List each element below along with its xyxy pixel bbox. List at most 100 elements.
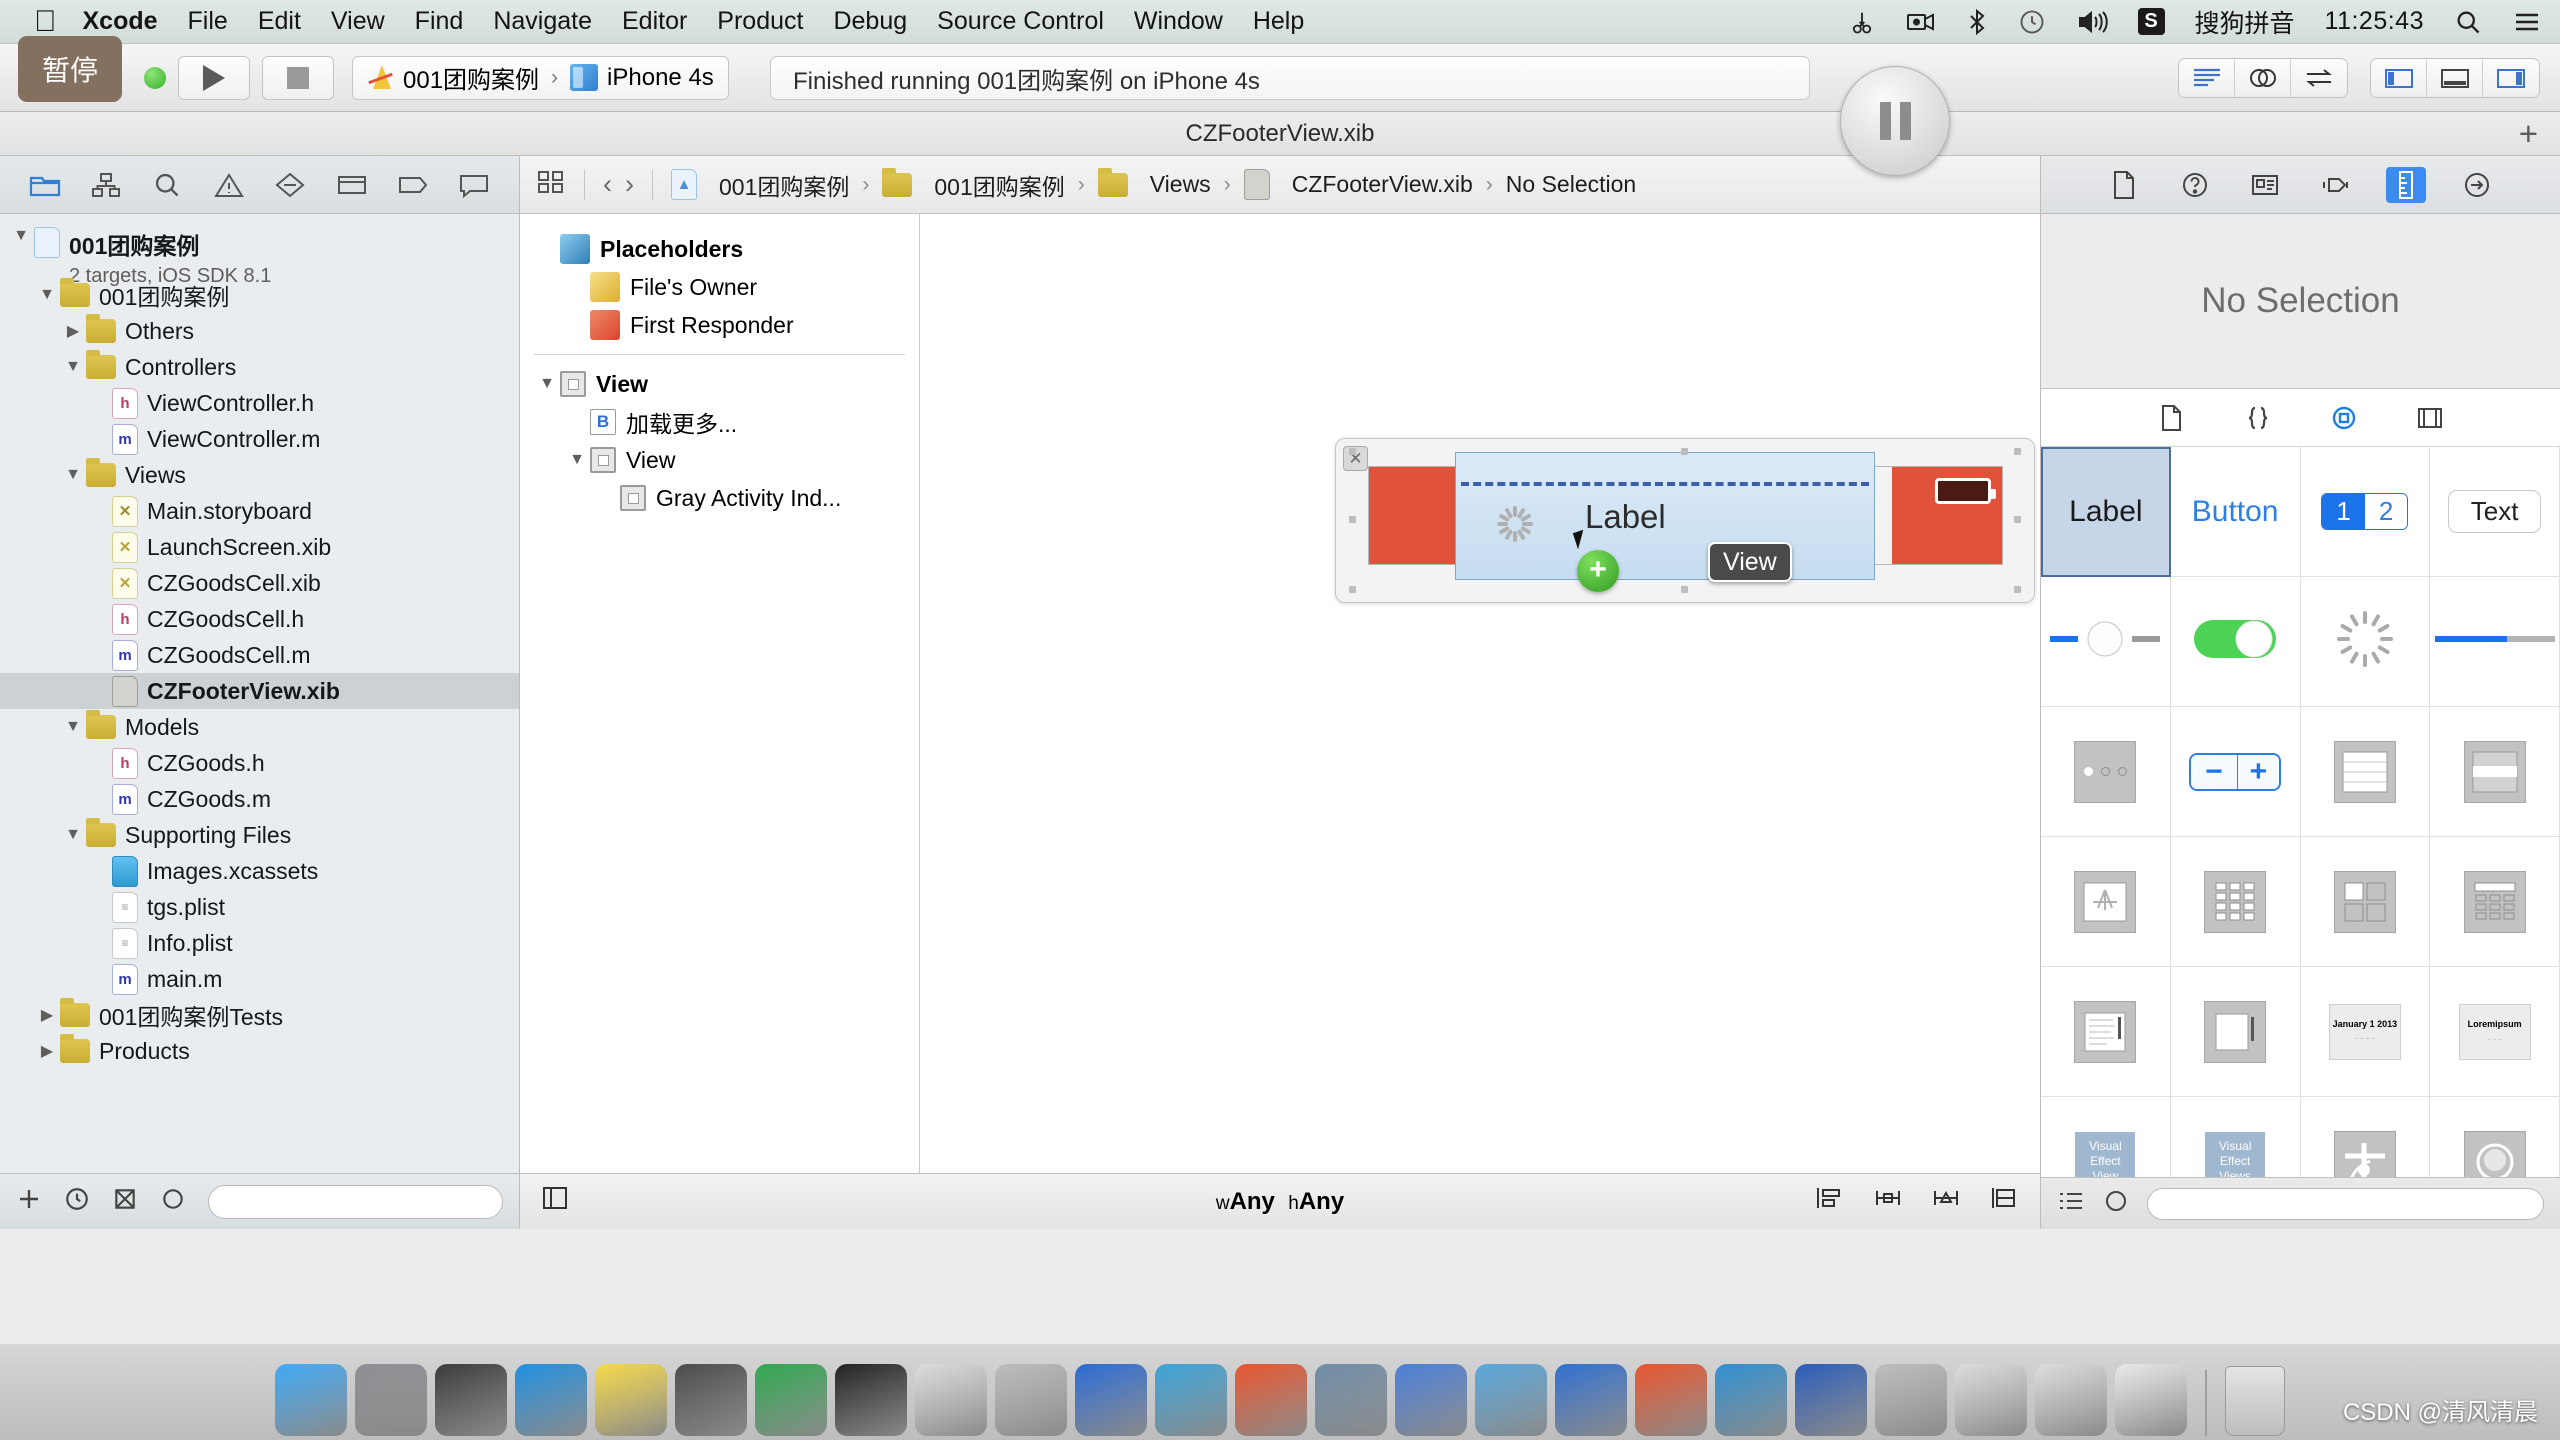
assistant-editor-button[interactable]: [2235, 59, 2291, 97]
size-class-indicator[interactable]: wAny hAny: [520, 1188, 2040, 1216]
identity-inspector-tab[interactable]: [2245, 167, 2285, 203]
menu-item-navigate[interactable]: Navigate: [493, 7, 592, 36]
scroll-view-object[interactable]: [2170, 967, 2301, 1097]
menu-item-editor[interactable]: Editor: [622, 7, 687, 36]
navigator-filter-input[interactable]: [208, 1184, 503, 1219]
navigator-row-19[interactable]: ≡ Info.plist: [0, 925, 519, 961]
picker-view-object[interactable]: Loremipsum - - -: [2430, 967, 2560, 1097]
breadcrumb-item-0[interactable]: 001团购案例: [719, 168, 849, 202]
related-items-icon[interactable]: [536, 168, 566, 202]
debug-navigator-tab[interactable]: [332, 167, 372, 203]
debug-area-toggle-button[interactable]: [2427, 59, 2483, 97]
navigator-row-5[interactable]: m ViewController.m: [0, 421, 519, 457]
navigator-row-13[interactable]: ▼ Models: [0, 709, 519, 745]
screen-record-icon[interactable]: [1906, 9, 1936, 35]
progress-view-object[interactable]: [2430, 577, 2560, 707]
utilities-toggle-button[interactable]: [2483, 59, 2539, 97]
map-view-object[interactable]: [2301, 1097, 2431, 1177]
dock-item-finder[interactable]: [275, 1364, 347, 1436]
disclosure-triangle[interactable]: ▼: [534, 375, 560, 393]
bluetooth-icon[interactable]: [1966, 8, 1988, 36]
project-navigator-tab[interactable]: [25, 167, 65, 203]
slider-object[interactable]: [2041, 577, 2171, 707]
input-method-label[interactable]: 搜狗拼音: [2195, 4, 2295, 40]
object-library-tab[interactable]: [2324, 401, 2364, 435]
disclosure-triangle[interactable]: ▼: [8, 227, 34, 245]
navigator-row-20[interactable]: m main.m: [0, 961, 519, 997]
dock-item-doc2[interactable]: [1875, 1364, 1947, 1436]
dock-item-snip[interactable]: [1155, 1364, 1227, 1436]
dock-item-filezilla[interactable]: [1395, 1364, 1467, 1436]
navigator-row-22[interactable]: ▶ Products: [0, 1033, 519, 1069]
navigator-row-14[interactable]: h CZGoods.h: [0, 745, 519, 781]
issue-navigator-tab[interactable]: [209, 167, 249, 203]
disclosure-triangle[interactable]: ▼: [60, 718, 86, 736]
switch-object[interactable]: [2170, 577, 2301, 707]
attributes-inspector-tab[interactable]: [2316, 167, 2356, 203]
dock-item-iphone-sim[interactable]: [995, 1364, 1067, 1436]
add-file-button[interactable]: [16, 1186, 42, 1217]
source-control-filter-icon[interactable]: [112, 1186, 138, 1217]
disclosure-triangle[interactable]: ▶: [34, 1041, 60, 1061]
glk-view-object[interactable]: [2430, 1097, 2560, 1177]
outline-object-row-1[interactable]: B 加载更多...: [520, 403, 919, 441]
menu-item-window[interactable]: Window: [1134, 7, 1223, 36]
scheme-selector[interactable]: 001团购案例 › iPhone 4s: [352, 55, 729, 100]
navigator-row-18[interactable]: ≡ tgs.plist: [0, 889, 519, 925]
outline-placeholder-row-1[interactable]: File's Owner: [520, 268, 919, 306]
disclosure-triangle[interactable]: ▼: [60, 358, 86, 376]
navigator-toggle-button[interactable]: [2371, 59, 2427, 97]
activity-indicator-object[interactable]: [2300, 577, 2431, 707]
breadcrumb-item-4[interactable]: No Selection: [1506, 171, 1636, 198]
apple-logo-icon[interactable]: : [34, 6, 57, 37]
text-view-object[interactable]: [2041, 967, 2171, 1097]
navigator-row-4[interactable]: h ViewController.h: [0, 385, 519, 421]
volume-icon[interactable]: [2076, 8, 2108, 36]
dock-item-launchpad[interactable]: [435, 1364, 507, 1436]
navigator-row-15[interactable]: m CZGoods.m: [0, 781, 519, 817]
navigator-row-2[interactable]: ▶ Others: [0, 313, 519, 349]
connections-inspector-tab[interactable]: [2457, 167, 2497, 203]
disclosure-triangle[interactable]: ▼: [60, 826, 86, 844]
navigator-row-6[interactable]: ▼ Views: [0, 457, 519, 493]
dock-item-doc4[interactable]: [2035, 1364, 2107, 1436]
menu-item-edit[interactable]: Edit: [258, 7, 301, 36]
navigator-row-8[interactable]: ✕ LaunchScreen.xib: [0, 529, 519, 565]
stepper-object[interactable]: − +: [2170, 707, 2301, 837]
clock-icon[interactable]: [2018, 8, 2046, 36]
add-editor-button[interactable]: +: [2519, 117, 2538, 150]
table-view-cell-object[interactable]: [2430, 707, 2560, 837]
menu-item-find[interactable]: Find: [415, 7, 464, 36]
recent-filter-icon[interactable]: [64, 1186, 90, 1217]
version-editor-button[interactable]: [2291, 59, 2347, 97]
object-library-grid[interactable]: Label Button 1 2 Text − + January 1 2013- - - -…: [2041, 447, 2560, 1177]
navigator-row-0[interactable]: ▼ 001团购案例 2 targets, iOS SDK 8.1: [0, 223, 519, 287]
dock-item-xcode-sim[interactable]: [675, 1364, 747, 1436]
code-snippet-library-tab[interactable]: [2238, 401, 2278, 435]
visual-effect-views-object[interactable]: Visual Effect Views: [2171, 1097, 2301, 1177]
find-navigator-tab[interactable]: [147, 167, 187, 203]
navigator-row-10[interactable]: h CZGoodsCell.h: [0, 601, 519, 637]
disclosure-triangle[interactable]: ▶: [60, 321, 86, 341]
disclosure-triangle[interactable]: ▶: [34, 1005, 60, 1025]
dock-item-evernote[interactable]: [755, 1364, 827, 1436]
list-view-icon[interactable]: [2057, 1189, 2085, 1218]
dock-item-thunder[interactable]: [1315, 1364, 1387, 1436]
file-inspector-tab[interactable]: [2104, 167, 2144, 203]
outline-placeholder-row-2[interactable]: First Responder: [520, 306, 919, 344]
menu-item-product[interactable]: Product: [717, 7, 803, 36]
search-icon[interactable]: [2454, 8, 2482, 36]
project-navigator-tree[interactable]: ▼ 001团购案例 2 targets, iOS SDK 8.1 ▼ 001团购案例 ▶ O…: [0, 214, 519, 1173]
back-button[interactable]: ‹: [603, 169, 612, 200]
dock-item-system-preferences[interactable]: [355, 1364, 427, 1436]
page-control-object[interactable]: [2041, 707, 2171, 837]
disclosure-triangle[interactable]: ▼: [564, 451, 590, 469]
menu-item-file[interactable]: File: [188, 7, 228, 36]
navigator-row-17[interactable]: Images.xcassets: [0, 853, 519, 889]
navigator-row-16[interactable]: ▼ Supporting Files: [0, 817, 519, 853]
dock-item-ios-simulator[interactable]: [915, 1364, 987, 1436]
breadcrumb-item-1[interactable]: 001团购案例: [934, 168, 1064, 202]
dock-item-doc1[interactable]: [1795, 1364, 1867, 1436]
breadcrumb-item-2[interactable]: Views: [1150, 171, 1211, 198]
media-library-tab[interactable]: [2410, 401, 2450, 435]
